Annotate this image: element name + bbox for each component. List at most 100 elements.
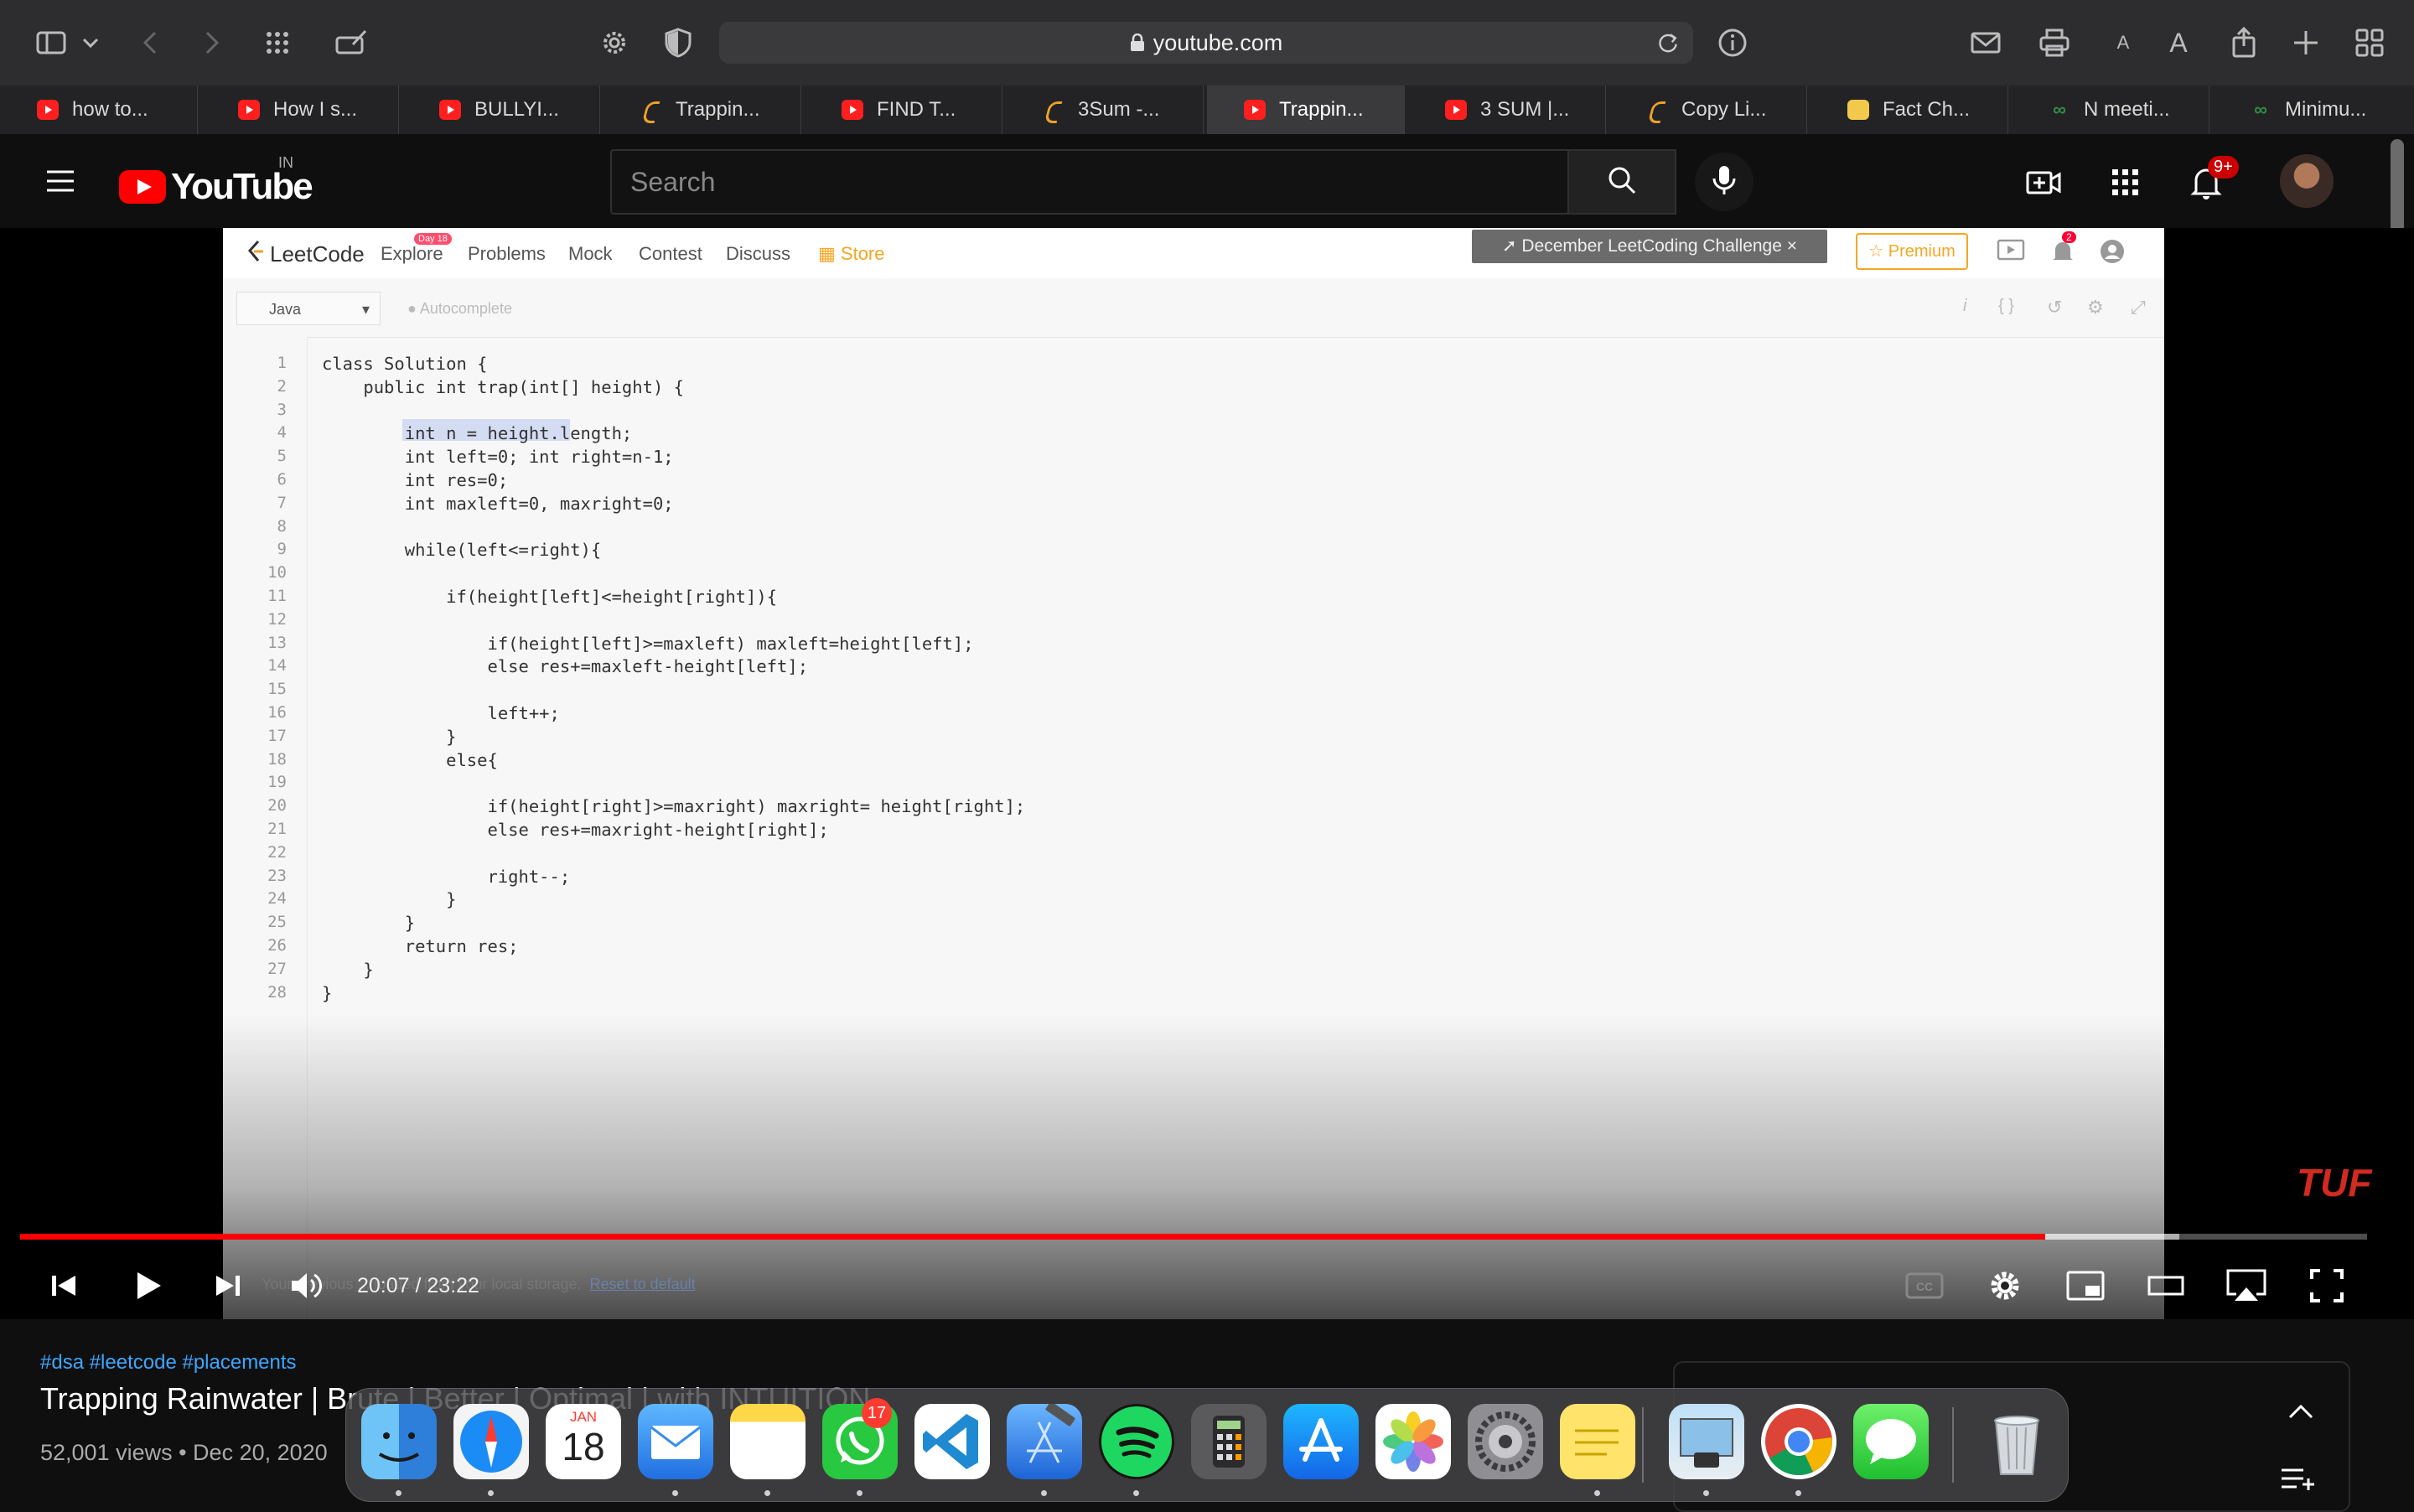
leetcode-icon: [1043, 100, 1065, 120]
calculator-icon[interactable]: [1191, 1404, 1267, 1479]
previous-video-button[interactable]: [39, 1261, 89, 1311]
airplay-button[interactable]: [2221, 1261, 2272, 1311]
browser-tab[interactable]: 3Sum -...: [1006, 85, 1204, 134]
tab-label: How I s...: [273, 98, 358, 121]
new-tab-icon[interactable]: [2283, 20, 2329, 65]
notes-icon[interactable]: [730, 1404, 806, 1479]
browser-tab[interactable]: ∞ N meeti...: [2012, 85, 2209, 134]
youtube-icon: [842, 100, 863, 120]
next-video-button[interactable]: [203, 1261, 253, 1311]
leetcode-navbar: LeetCode Explore Day 18 Problems Mock Co…: [223, 228, 2164, 279]
video-hashtags[interactable]: #dsa #leetcode #placements: [40, 1351, 297, 1375]
info-small-icon: i: [1963, 297, 1967, 315]
line-number: 17: [267, 726, 287, 745]
line-number: 6: [277, 470, 287, 489]
print-icon[interactable]: [2032, 20, 2077, 65]
browser-tab[interactable]: 3 SUM |...: [1408, 85, 1606, 134]
address-bar[interactable]: youtube.com: [719, 22, 1693, 64]
code-line: }: [322, 726, 457, 747]
chevron-down-icon[interactable]: [74, 20, 107, 65]
progress-bar[interactable]: [20, 1234, 2367, 1240]
stickies-icon[interactable]: [1560, 1404, 1635, 1479]
annotate-icon[interactable]: [329, 20, 374, 65]
play-button[interactable]: [122, 1261, 173, 1311]
youtube-wordmark: YouTube: [171, 166, 313, 207]
preview-icon[interactable]: [1669, 1404, 1744, 1479]
photos-icon[interactable]: [1375, 1404, 1451, 1479]
app-store-icon[interactable]: [1283, 1404, 1359, 1479]
share-icon[interactable]: [2221, 20, 2266, 65]
browser-tab[interactable]: Copy Li...: [1609, 85, 1807, 134]
xcode-icon[interactable]: [1007, 1401, 1082, 1479]
browser-tab-active[interactable]: Trappin...: [1207, 85, 1405, 134]
gfg-icon: ∞: [2053, 99, 2066, 120]
miniplayer-button[interactable]: [2060, 1261, 2111, 1311]
privacy-shield-icon[interactable]: [655, 20, 701, 65]
code-line: if(height[left]>=maxleft) maxleft=height…: [322, 633, 974, 654]
lc-nav-contest: Contest: [639, 243, 702, 264]
text-smaller-button[interactable]: A: [2101, 20, 2146, 65]
code-line: right--;: [322, 866, 571, 887]
youtube-play-logo-icon: [119, 170, 166, 204]
avatar[interactable]: [2280, 154, 2334, 208]
leetcode-icon: [1646, 100, 1668, 120]
subtitles-button[interactable]: CC: [1899, 1261, 1950, 1311]
queue-list-icon[interactable]: [2280, 1467, 2317, 1496]
browser-tab[interactable]: FIND T...: [805, 85, 1002, 134]
volume-button[interactable]: [282, 1261, 332, 1311]
running-indicator: [1041, 1490, 1047, 1496]
challenge-banner-text: December LeetCoding Challenge: [1521, 236, 1782, 256]
safari-icon[interactable]: [453, 1404, 529, 1479]
mail-app-icon[interactable]: [638, 1404, 713, 1479]
back-arrow-icon[interactable]: [129, 20, 174, 65]
apps-grid-icon[interactable]: [2106, 163, 2146, 203]
search-button[interactable]: [1569, 149, 1676, 215]
line-number: 15: [267, 680, 287, 699]
text-larger-button[interactable]: A: [2156, 20, 2201, 65]
voice-search-button[interactable]: [1695, 153, 1754, 211]
browser-tab[interactable]: how to...: [0, 85, 198, 134]
chevron-up-icon[interactable]: [2285, 1401, 2317, 1426]
select-caret-icon: ▾: [361, 301, 370, 318]
notification-count-badge: 9+: [2208, 156, 2239, 179]
sidebar-toggle-icon[interactable]: [28, 20, 74, 65]
hamburger-menu-icon[interactable]: [42, 163, 79, 199]
line-number: 12: [267, 609, 287, 629]
video-player[interactable]: LeetCode Explore Day 18 Problems Mock Co…: [0, 228, 2414, 1319]
trash-icon[interactable]: [1979, 1404, 2054, 1479]
system-preferences-icon[interactable]: [1468, 1404, 1543, 1479]
info-icon[interactable]: [1710, 20, 1755, 65]
code-line: else{: [322, 749, 498, 770]
finder-icon[interactable]: [361, 1404, 437, 1479]
youtube-logo[interactable]: YouTube IN: [119, 154, 313, 208]
browser-tab[interactable]: Trappin...: [604, 85, 801, 134]
browser-tab[interactable]: ∞ Minimu...: [2213, 85, 2411, 134]
tab-label: Trappin...: [1279, 98, 1364, 121]
create-video-icon[interactable]: [2023, 163, 2064, 203]
forward-arrow-icon[interactable]: [188, 20, 233, 65]
line-number: 19: [267, 773, 287, 792]
reload-icon[interactable]: [1655, 29, 1681, 60]
chrome-icon[interactable]: [1761, 1404, 1836, 1479]
leetcode-logo: LeetCode: [246, 240, 365, 269]
mail-icon[interactable]: [1963, 20, 2008, 65]
browser-tab[interactable]: BULLYI...: [402, 85, 600, 134]
vscode-icon[interactable]: [914, 1404, 990, 1479]
theater-mode-button[interactable]: [2141, 1261, 2191, 1311]
grid-dots-icon[interactable]: [255, 20, 300, 65]
messages-icon[interactable]: [1853, 1404, 1929, 1479]
calendar-icon[interactable]: JAN 18: [546, 1404, 621, 1479]
video-meta: 52,001 views • Dec 20, 2020: [40, 1440, 328, 1465]
running-indicator: [1594, 1490, 1600, 1496]
editor-toolbar: Java ▾ ● Autocomplete i { } ↺ ⚙ ⤢: [223, 278, 2164, 338]
browser-tab[interactable]: Fact Ch...: [1810, 85, 2008, 134]
search-input[interactable]: [612, 151, 1567, 213]
line-number: 25: [267, 913, 287, 932]
gear-icon[interactable]: [592, 20, 637, 65]
settings-gear-icon[interactable]: [1980, 1261, 2030, 1311]
line-number: 9: [277, 540, 287, 559]
fullscreen-button[interactable]: [2302, 1261, 2352, 1311]
spotify-icon[interactable]: [1099, 1404, 1174, 1479]
browser-tab[interactable]: How I s...: [201, 85, 399, 134]
tab-overview-icon[interactable]: [2347, 20, 2392, 65]
